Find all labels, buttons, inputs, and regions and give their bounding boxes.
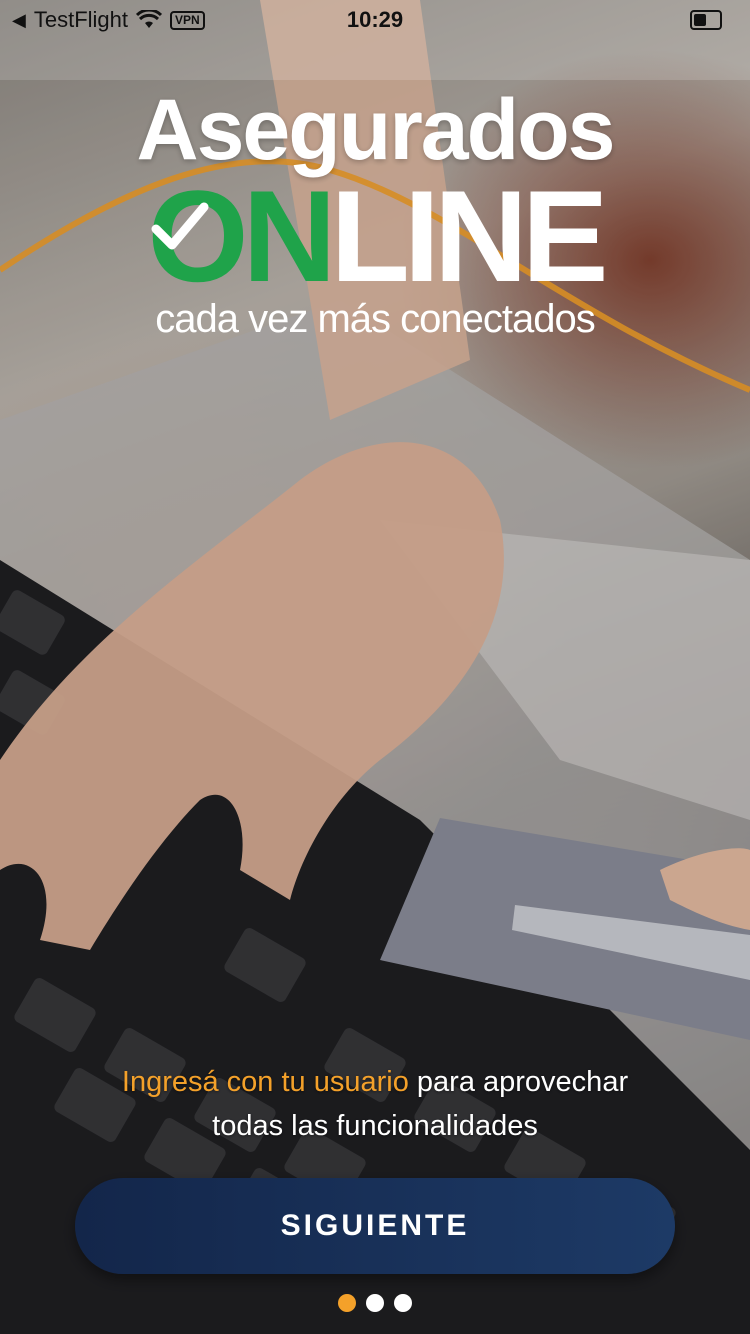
- page-dot-2[interactable]: [366, 1294, 384, 1312]
- logo-online: ONLINE: [0, 171, 750, 301]
- message-highlight: Ingresá con tu usuario: [121, 1066, 409, 1098]
- status-time: 10:29: [346, 7, 404, 32]
- onboarding-message: Ingresá con tu usuario para aprovechar t…: [60, 1060, 690, 1148]
- page-dot-3[interactable]: [394, 1294, 412, 1312]
- page-dot-1[interactable]: [338, 1294, 356, 1312]
- battery-icon: [690, 10, 722, 30]
- check-icon: [151, 202, 209, 250]
- app-logo: Asegurados ONLINE cada vez más conectado…: [0, 85, 750, 341]
- logo-online-suffix: LINE: [330, 163, 608, 309]
- message-line2: todas las funcionalidades: [212, 1110, 538, 1142]
- page-indicator: [0, 1294, 750, 1312]
- message-line1: para aprovechar: [408, 1066, 629, 1098]
- next-button[interactable]: SIGUIENTE: [75, 1178, 675, 1274]
- status-bar: ◀ TestFlight VPN 10:29: [0, 0, 750, 40]
- logo-title: Asegurados: [136, 82, 615, 178]
